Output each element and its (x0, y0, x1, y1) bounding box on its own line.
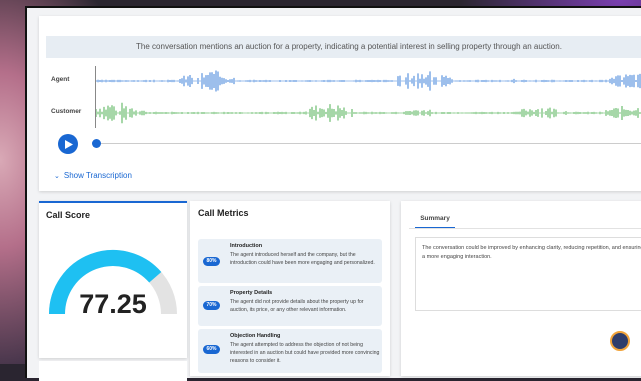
agent-track-label: Agent (51, 76, 70, 83)
agent-track[interactable]: Agent (51, 68, 641, 94)
summary-text: The conversation could be improved by en… (415, 237, 641, 311)
seek-bar[interactable] (97, 143, 641, 144)
call-metrics-card: Call Metrics 80% Introduction The agent … (190, 201, 390, 376)
metric-text: The agent attempted to address the objec… (230, 342, 380, 364)
call-score-title: Call Score (46, 210, 91, 220)
customer-track-label: Customer (51, 108, 82, 115)
seek-handle[interactable] (92, 139, 101, 148)
play-button[interactable] (58, 134, 78, 154)
metric-percent-badge: 70% (203, 301, 220, 310)
metric-text: The agent did not provide details about … (230, 299, 364, 313)
conversation-summary-banner: The conversation mentions an auction for… (46, 36, 641, 58)
customer-track[interactable]: Customer (51, 100, 641, 126)
customer-waveform[interactable] (96, 100, 641, 126)
call-metrics-title: Call Metrics (198, 208, 249, 218)
call-score-card: Call Score 77.25 (39, 201, 187, 358)
metric-objection-handling: 60% Objection Handling The agent attempt… (198, 329, 382, 373)
metric-title: Objection Handling (230, 333, 281, 339)
metric-percent-badge: 60% (203, 345, 220, 354)
play-icon (65, 139, 73, 149)
tab-underline (409, 228, 641, 229)
tab-summary[interactable]: Summary (415, 215, 455, 229)
app-window: The conversation mentions an auction for… (25, 6, 641, 381)
assistant-icon[interactable] (610, 331, 630, 351)
audio-player-card: The conversation mentions an auction for… (39, 16, 641, 191)
metric-introduction: 80% Introduction The agent introduced he… (198, 239, 382, 283)
metric-title: Introduction (230, 243, 263, 249)
call-score-value: 77.25 (79, 289, 147, 319)
summary-card: Summary The conversation could be improv… (401, 201, 641, 376)
metric-title: Property Details (230, 290, 273, 296)
chevron-down-icon: ⌄ (54, 173, 60, 180)
agent-waveform[interactable] (96, 68, 641, 94)
show-transcription-link[interactable]: ⌄ Show Transcription (54, 171, 132, 180)
metric-percent-badge: 80% (203, 257, 220, 266)
next-card (39, 361, 187, 381)
metric-text: The agent introduced herself and the com… (230, 252, 375, 266)
metric-property-details: 70% Property Details The agent did not p… (198, 286, 382, 326)
show-transcription-label: Show Transcription (63, 171, 132, 180)
